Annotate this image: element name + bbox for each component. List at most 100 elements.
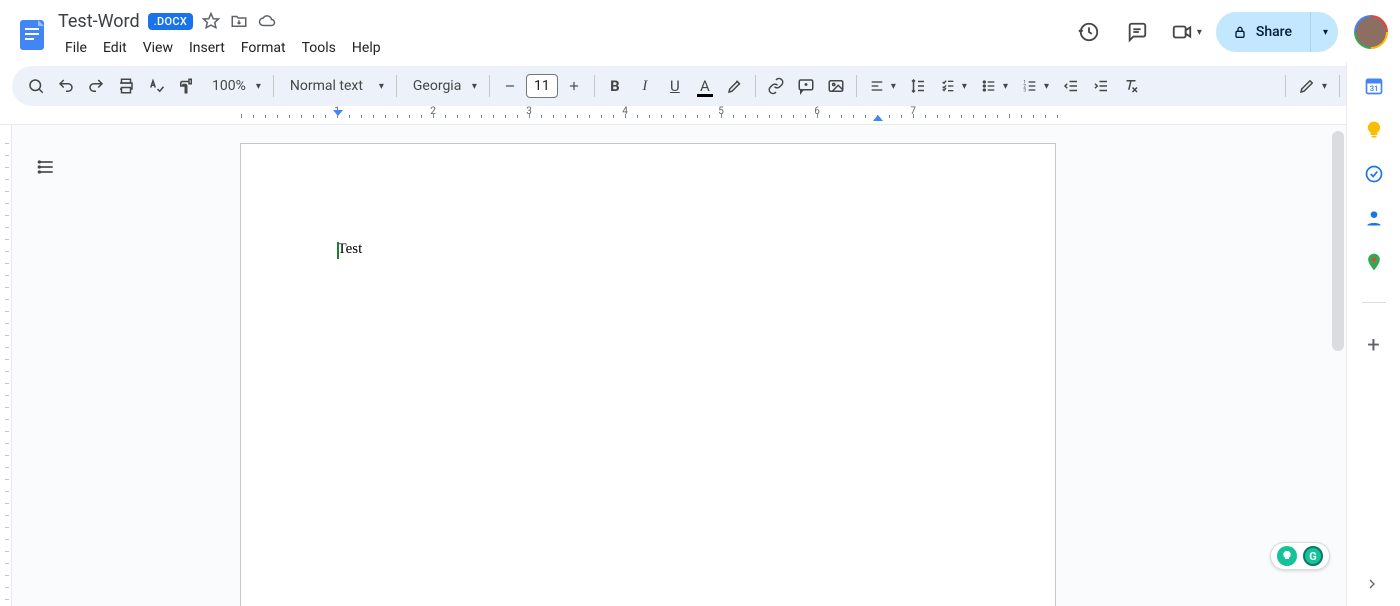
clear-formatting-icon[interactable] <box>1117 72 1145 100</box>
grammarly-suggestion-icon[interactable] <box>1277 546 1297 566</box>
bulleted-list-select[interactable]: ▾ <box>975 72 1014 100</box>
menu-view[interactable]: View <box>136 36 180 60</box>
paragraph-style-value: Normal text <box>286 78 367 94</box>
font-value: Georgia <box>409 78 465 94</box>
tasks-app-icon[interactable] <box>1364 164 1384 184</box>
chevron-down-icon: ▾ <box>962 81 967 92</box>
font-select[interactable]: Georgia ▾ <box>403 72 483 100</box>
text-color-icon[interactable]: A <box>691 72 719 100</box>
svg-text:3: 3 <box>1023 87 1026 93</box>
text-cursor <box>337 242 339 259</box>
editor-area: Test <box>0 124 1346 606</box>
document-text: Test <box>338 241 363 257</box>
grammarly-status-icon[interactable]: G <box>1303 546 1323 566</box>
highlight-color-icon[interactable] <box>721 72 749 100</box>
chevron-down-icon: ▾ <box>1322 81 1327 92</box>
menu-tools[interactable]: Tools <box>295 36 343 60</box>
separator <box>1285 75 1286 97</box>
document-page[interactable]: Test <box>240 143 1056 606</box>
grammarly-widget[interactable]: G <box>1270 542 1330 570</box>
separator <box>396 75 397 97</box>
line-spacing-icon[interactable] <box>904 72 932 100</box>
menu-format[interactable]: Format <box>234 36 293 60</box>
bold-icon[interactable]: B <box>601 72 629 100</box>
italic-icon[interactable]: I <box>631 72 659 100</box>
separator <box>856 75 857 97</box>
move-icon[interactable] <box>229 11 249 31</box>
title-area: Test-Word .DOCX File Edit View Insert Fo… <box>58 8 388 60</box>
search-menus-icon[interactable] <box>22 72 50 100</box>
align-select[interactable]: ▾ <box>863 72 902 100</box>
side-panel: 31 + <box>1346 62 1400 606</box>
menu-insert[interactable]: Insert <box>182 36 232 60</box>
cloud-status-icon[interactable] <box>257 11 277 31</box>
editing-mode-select[interactable]: ▾ <box>1292 72 1333 100</box>
increase-indent-icon[interactable] <box>1087 72 1115 100</box>
chevron-down-icon: ▾ <box>472 81 477 92</box>
horizontal-ruler[interactable]: 1234567 <box>0 106 1346 122</box>
star-icon[interactable] <box>201 11 221 31</box>
separator <box>755 75 756 97</box>
zoom-value: 100% <box>208 78 250 94</box>
menubar: File Edit View Insert Format Tools Help <box>58 36 388 60</box>
contacts-app-icon[interactable] <box>1364 208 1384 228</box>
menu-help[interactable]: Help <box>345 36 388 60</box>
share-label: Share <box>1256 24 1292 40</box>
print-icon[interactable] <box>112 72 140 100</box>
underline-icon[interactable]: U <box>661 72 689 100</box>
increase-font-size-icon[interactable] <box>560 72 588 100</box>
hide-side-panel-icon[interactable] <box>1360 572 1384 596</box>
font-size-input[interactable]: 11 <box>526 74 558 98</box>
separator <box>273 75 274 97</box>
document-outline-icon[interactable] <box>28 149 64 185</box>
right-indent-marker[interactable] <box>873 115 883 121</box>
text-color-swatch <box>697 94 713 97</box>
header: Test-Word .DOCX File Edit View Insert Fo… <box>0 0 1400 62</box>
side-panel-divider <box>1362 302 1386 303</box>
first-line-indent-marker[interactable] <box>333 110 343 116</box>
meet-button[interactable]: ▾ <box>1165 12 1208 52</box>
header-right: ▾ Share ▾ <box>1069 8 1388 56</box>
chevron-down-icon: ▾ <box>1044 81 1049 92</box>
add-comment-icon[interactable] <box>792 72 820 100</box>
docs-home-icon[interactable] <box>12 8 52 60</box>
insert-link-icon[interactable] <box>762 72 790 100</box>
avatar-image <box>1356 17 1386 47</box>
zoom-select[interactable]: 100% ▾ <box>202 72 267 100</box>
menu-file[interactable]: File <box>58 36 94 60</box>
separator <box>594 75 595 97</box>
paragraph-style-select[interactable]: Normal text ▾ <box>280 72 390 100</box>
decrease-indent-icon[interactable] <box>1057 72 1085 100</box>
chevron-down-icon: ▾ <box>891 81 896 92</box>
share-wrap: Share ▾ <box>1216 12 1338 52</box>
share-button[interactable]: Share <box>1216 12 1310 52</box>
chevron-down-icon: ▾ <box>256 81 261 92</box>
menu-edit[interactable]: Edit <box>96 36 134 60</box>
chevron-down-icon: ▾ <box>1003 81 1008 92</box>
calendar-app-icon[interactable]: 31 <box>1364 76 1384 96</box>
page-content[interactable]: Test <box>337 240 959 258</box>
checklist-select[interactable]: ▾ <box>934 72 973 100</box>
title-row: Test-Word .DOCX <box>58 8 388 34</box>
numbered-list-select[interactable]: 123▾ <box>1016 72 1055 100</box>
account-avatar[interactable] <box>1354 15 1388 49</box>
paint-format-icon[interactable] <box>172 72 200 100</box>
maps-app-icon[interactable] <box>1364 252 1384 272</box>
spellcheck-icon[interactable] <box>142 72 170 100</box>
undo-icon[interactable] <box>52 72 80 100</box>
get-addons-icon[interactable]: + <box>1367 333 1379 358</box>
keep-app-icon[interactable] <box>1364 120 1384 140</box>
document-title[interactable]: Test-Word <box>58 11 140 32</box>
comments-icon[interactable] <box>1117 12 1157 52</box>
chevron-down-icon: ▾ <box>1197 27 1202 38</box>
redo-icon[interactable] <box>82 72 110 100</box>
toolbar: 100% ▾ Normal text ▾ Georgia ▾ 11 B I U … <box>12 66 1388 106</box>
svg-text:31: 31 <box>1369 84 1378 93</box>
vertical-scrollbar[interactable] <box>1332 131 1344 351</box>
vertical-ruler[interactable] <box>0 125 12 606</box>
decrease-font-size-icon[interactable] <box>496 72 524 100</box>
history-icon[interactable] <box>1069 12 1109 52</box>
insert-image-icon[interactable] <box>822 72 850 100</box>
separator <box>1339 75 1340 97</box>
share-dropdown[interactable]: ▾ <box>1310 12 1338 52</box>
